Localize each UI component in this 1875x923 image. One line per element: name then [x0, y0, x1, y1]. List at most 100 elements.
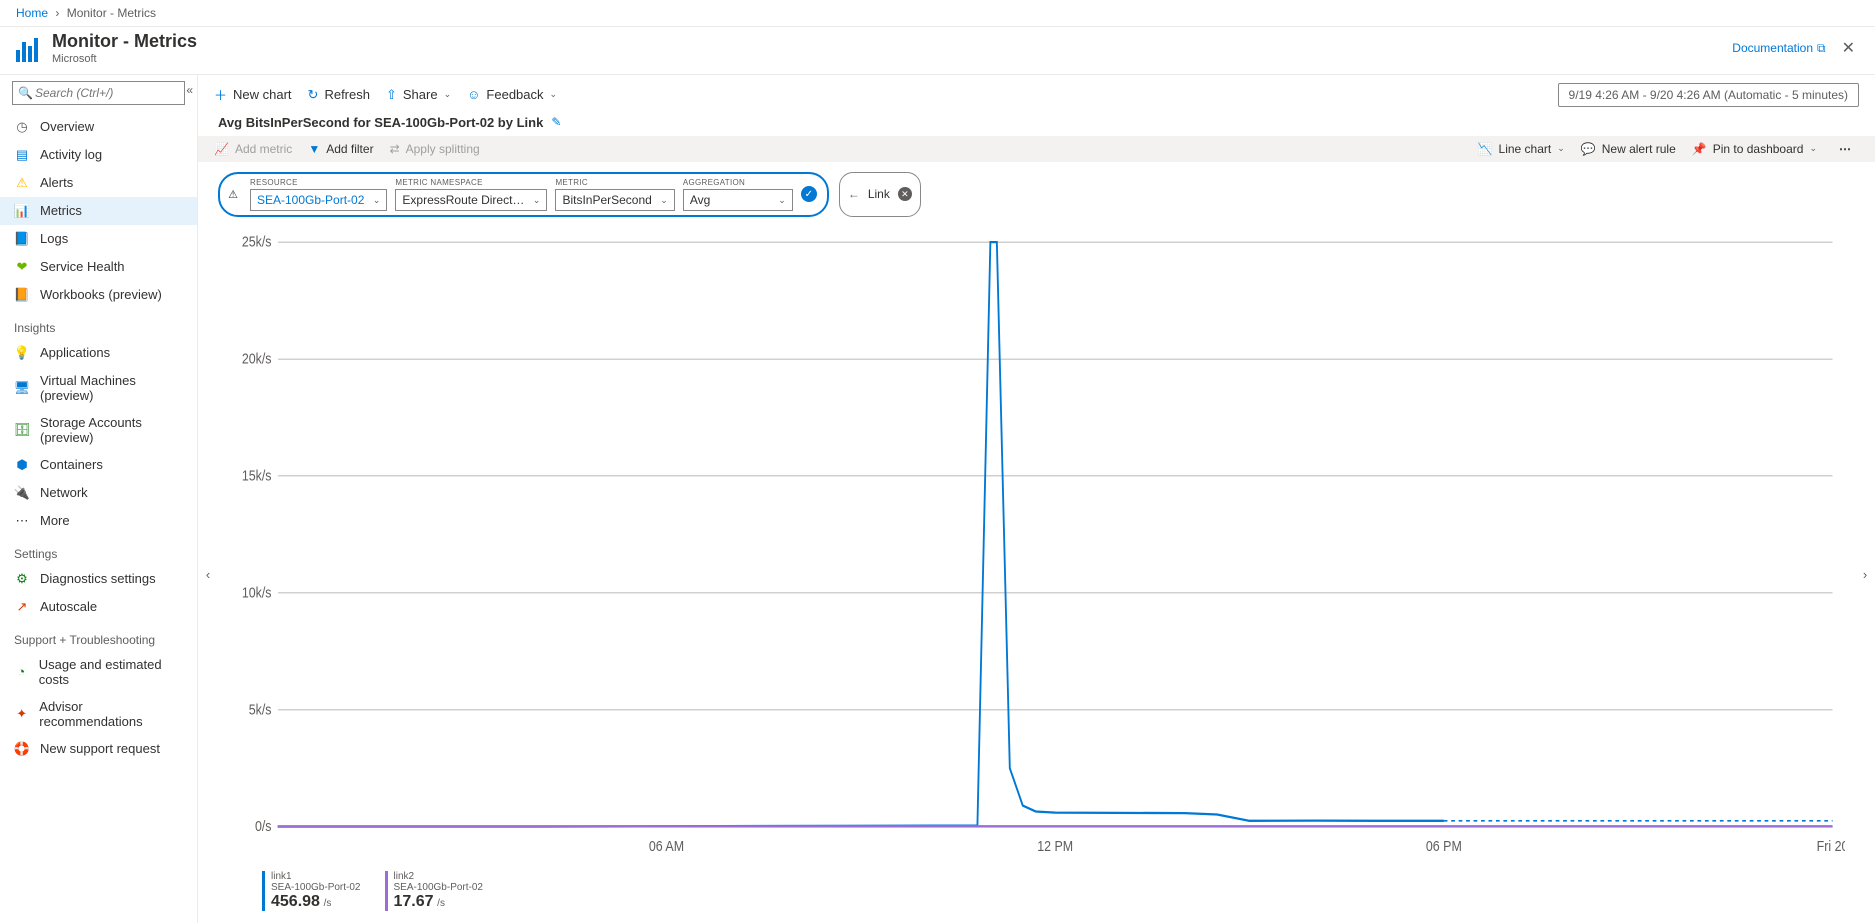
apply-splitting-button[interactable]: ⇄Apply splitting	[390, 142, 480, 156]
feedback-button[interactable]: ☺Feedback⌄	[467, 87, 557, 102]
svg-text:15k/s: 15k/s	[242, 466, 272, 483]
share-button[interactable]: ⇧Share⌄	[386, 87, 451, 103]
svg-text:5k/s: 5k/s	[249, 700, 272, 717]
chevron-down-icon: ⌄	[373, 195, 381, 206]
sidebar-item-storage-accounts-preview-[interactable]: 🗄Storage Accounts (preview)	[0, 409, 197, 451]
legend-item-link2[interactable]: link2 SEA-100Gb-Port-02 17.67 /s	[385, 871, 484, 911]
documentation-link[interactable]: Documentation ⧉	[1732, 41, 1825, 56]
metrics-logo-icon	[16, 34, 44, 62]
sidebar-item-usage-and-estimated-costs[interactable]: ◔ Usage and estimated costs	[0, 651, 197, 693]
svg-text:0/s: 0/s	[255, 817, 272, 834]
add-metric-icon: 📈	[214, 142, 229, 156]
resource-label: RESOURCE	[250, 178, 387, 187]
nav-icon: ❤	[14, 259, 30, 275]
pin-icon: 📌	[1692, 142, 1707, 156]
svg-text:06 PM: 06 PM	[1426, 836, 1462, 853]
chart-subtoolbar: 📈Add metric ▼Add filter ⇄Apply splitting…	[198, 136, 1875, 162]
refresh-button[interactable]: ↻Refresh	[308, 87, 370, 103]
nav-icon: ◷	[14, 119, 30, 135]
page-title: Monitor - Metrics	[52, 31, 1732, 53]
sidebar-item-label: Network	[40, 485, 88, 500]
add-metric-button[interactable]: 📈Add metric	[214, 142, 292, 156]
insight-icon: 💡	[14, 345, 30, 361]
sidebar-item-label: Containers	[40, 457, 103, 472]
support-icon: ◔	[14, 664, 29, 680]
sidebar-item-new-support-request[interactable]: 🛟New support request	[0, 735, 197, 763]
edit-title-icon[interactable]: ✎	[551, 115, 561, 129]
chart-type-selector[interactable]: 📉Line chart⌄	[1478, 142, 1565, 156]
sidebar-item-virtual-machines-preview-[interactable]: 🖥Virtual Machines (preview)	[0, 367, 197, 409]
chevron-down-icon: ⌄	[1809, 143, 1817, 154]
sidebar-item-containers[interactable]: ⬢ Containers	[0, 451, 197, 479]
svg-text:Fri 20: Fri 20	[1817, 836, 1845, 853]
close-icon[interactable]: ✕	[1838, 34, 1859, 62]
svg-text:12 PM: 12 PM	[1037, 836, 1073, 853]
insight-icon: 🖥	[14, 380, 30, 396]
page-subtitle: Microsoft	[52, 53, 1732, 66]
sidebar-item-overview[interactable]: ◷ Overview	[0, 113, 197, 141]
split-label: Link	[868, 187, 890, 201]
confirm-icon[interactable]: ✓	[801, 186, 817, 202]
sidebar-item-more[interactable]: ⋯More	[0, 507, 197, 535]
time-range-selector[interactable]: 9/19 4:26 AM - 9/20 4:26 AM (Automatic -…	[1558, 83, 1859, 107]
sidebar-item-service-health[interactable]: ❤ Service Health	[0, 253, 197, 281]
split-by-pill[interactable]: ← Link ✕	[839, 172, 921, 217]
aggregation-selector[interactable]: Avg⌄	[683, 189, 793, 211]
namespace-selector[interactable]: ExpressRoute Direct…⌄	[395, 189, 547, 211]
sidebar-item-label: Alerts	[40, 175, 73, 190]
sidebar-item-label: Overview	[40, 119, 94, 134]
sidebar-item-label: Autoscale	[40, 599, 97, 614]
sidebar-item-network[interactable]: 🔌Network	[0, 479, 197, 507]
new-chart-button[interactable]: ＋New chart	[214, 85, 292, 104]
add-filter-button[interactable]: ▼Add filter	[308, 142, 373, 156]
chevron-down-icon: ⌄	[1557, 143, 1565, 154]
sidebar-item-logs[interactable]: 📘 Logs	[0, 225, 197, 253]
sidebar-section-support: Support + Troubleshooting	[0, 621, 197, 651]
more-actions-button[interactable]: ⋯	[1833, 142, 1859, 156]
chart-toolbar: ＋New chart ↻Refresh ⇧Share⌄ ☺Feedback⌄ 9…	[198, 75, 1875, 115]
chart-title: Avg BitsInPerSecond for SEA-100Gb-Port-0…	[218, 115, 543, 130]
sidebar-item-advisor-recommendations[interactable]: ✦Advisor recommendations	[0, 693, 197, 735]
sidebar: « 🔍 ◷Overview▤Activity log⚠Alerts📊Metric…	[0, 75, 198, 923]
remove-split-icon[interactable]: ✕	[898, 187, 912, 201]
sidebar-item-label: Usage and estimated costs	[39, 657, 183, 687]
sidebar-item-workbooks-preview-[interactable]: 📙Workbooks (preview)	[0, 281, 197, 309]
breadcrumb-home[interactable]: Home	[16, 6, 48, 20]
legend-item-link1[interactable]: link1 SEA-100Gb-Port-02 456.98 /s	[262, 871, 361, 911]
nav-icon: 📘	[14, 231, 30, 247]
svg-text:20k/s: 20k/s	[242, 349, 272, 366]
smiley-icon: ☺	[467, 87, 480, 102]
sidebar-search-input[interactable]	[12, 81, 185, 105]
sidebar-item-label: Diagnostics settings	[40, 571, 156, 586]
sidebar-item-label: Service Health	[40, 259, 125, 274]
sidebar-item-activity-log[interactable]: ▤Activity log	[0, 141, 197, 169]
breadcrumb-current: Monitor - Metrics	[67, 6, 156, 20]
alert-icon: 💬	[1581, 142, 1596, 156]
split-icon: ⇄	[390, 142, 400, 156]
sidebar-item-label: New support request	[40, 741, 160, 756]
chart-scroll-right[interactable]: ›	[1855, 227, 1875, 923]
nav-icon: 📙	[14, 287, 30, 303]
filter-icon: ▼	[308, 142, 320, 156]
sidebar-item-label: Metrics	[40, 203, 82, 218]
new-alert-rule-button[interactable]: 💬New alert rule	[1581, 142, 1676, 156]
sidebar-item-applications[interactable]: 💡Applications	[0, 339, 197, 367]
sidebar-section-insights: Insights	[0, 309, 197, 339]
aggregation-label: AGGREGATION	[683, 178, 793, 187]
sidebar-item-label: Logs	[40, 231, 68, 246]
resource-selector[interactable]: SEA-100Gb-Port-02⌄	[250, 189, 387, 211]
sidebar-item-alerts[interactable]: ⚠Alerts	[0, 169, 197, 197]
line-chart-plot[interactable]: 0/s5k/s10k/s15k/s20k/s25k/s06 AM12 PM06 …	[228, 227, 1845, 863]
sidebar-item-diagnostics-settings[interactable]: ⚙Diagnostics settings	[0, 565, 197, 593]
sidebar-section-settings: Settings	[0, 535, 197, 565]
refresh-icon: ↻	[308, 87, 319, 103]
svg-text:06 AM: 06 AM	[649, 836, 684, 853]
insight-icon: ⬢	[14, 457, 30, 473]
pin-to-dashboard-button[interactable]: 📌Pin to dashboard⌄	[1692, 142, 1817, 156]
sidebar-item-autoscale[interactable]: ↗Autoscale	[0, 593, 197, 621]
chart-scroll-left[interactable]: ‹	[198, 227, 218, 923]
share-icon: ⇧	[386, 87, 397, 103]
chart-legend: link1 SEA-100Gb-Port-02 456.98 /s link2 …	[228, 863, 1845, 923]
sidebar-item-metrics[interactable]: 📊Metrics	[0, 197, 197, 225]
metric-selector[interactable]: BitsInPerSecond⌄	[555, 189, 674, 211]
